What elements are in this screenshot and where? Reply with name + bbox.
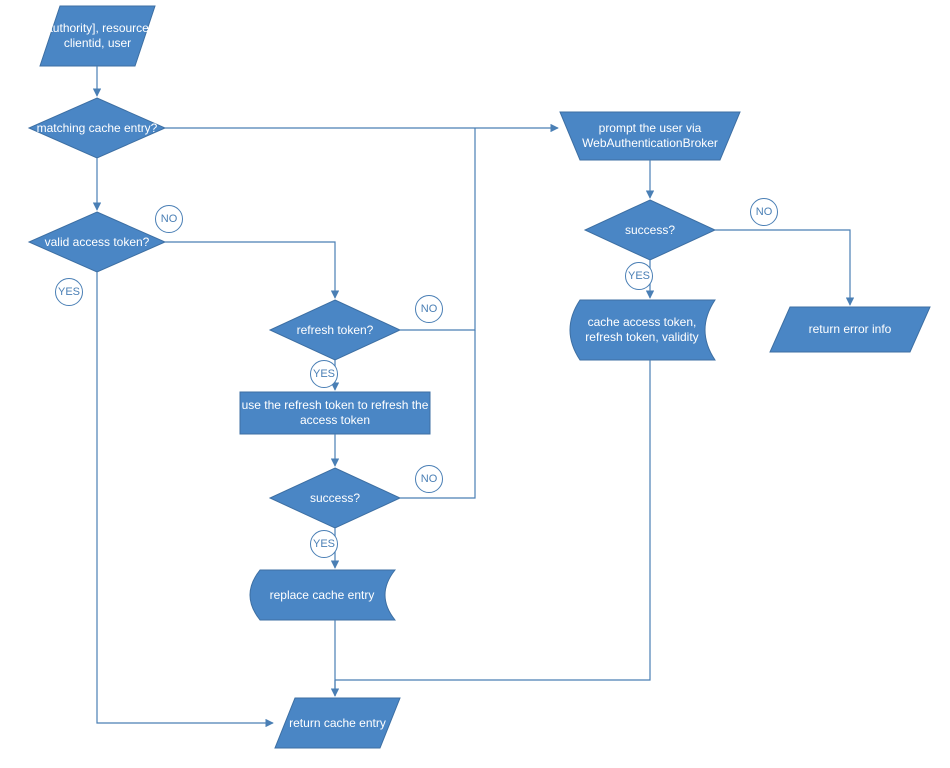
label-refresh-success-no: NO xyxy=(415,465,443,493)
node-input: [authority], resource, clientid, user xyxy=(40,6,155,66)
label-refresh-token-yes: YES xyxy=(310,360,338,388)
label-prompt-success-yes: YES xyxy=(625,262,653,290)
label-prompt-success-no: NO xyxy=(750,198,778,226)
label-valid-access-yes: YES xyxy=(55,278,83,306)
label-valid-access-no: NO xyxy=(155,205,183,233)
node-return-error: return error info xyxy=(770,307,930,352)
label-refresh-token-no: NO xyxy=(415,295,443,323)
node-prompt-user: prompt the user via WebAuthenticationBro… xyxy=(560,112,740,160)
node-matching-cache: matching cache entry? xyxy=(29,98,165,158)
node-prompt-success: success? xyxy=(585,200,715,260)
node-return-cache: return cache entry xyxy=(275,698,400,748)
node-refresh-token: refresh token? xyxy=(270,300,400,360)
node-cache-access: cache access token, refresh token, valid… xyxy=(572,300,712,360)
node-refresh-success: success? xyxy=(270,468,400,528)
node-use-refresh: use the refresh token to refresh the acc… xyxy=(240,392,430,434)
label-refresh-success-yes: YES xyxy=(310,530,338,558)
node-valid-access: valid access token? xyxy=(29,212,165,272)
node-replace-cache: replace cache entry xyxy=(252,570,392,620)
